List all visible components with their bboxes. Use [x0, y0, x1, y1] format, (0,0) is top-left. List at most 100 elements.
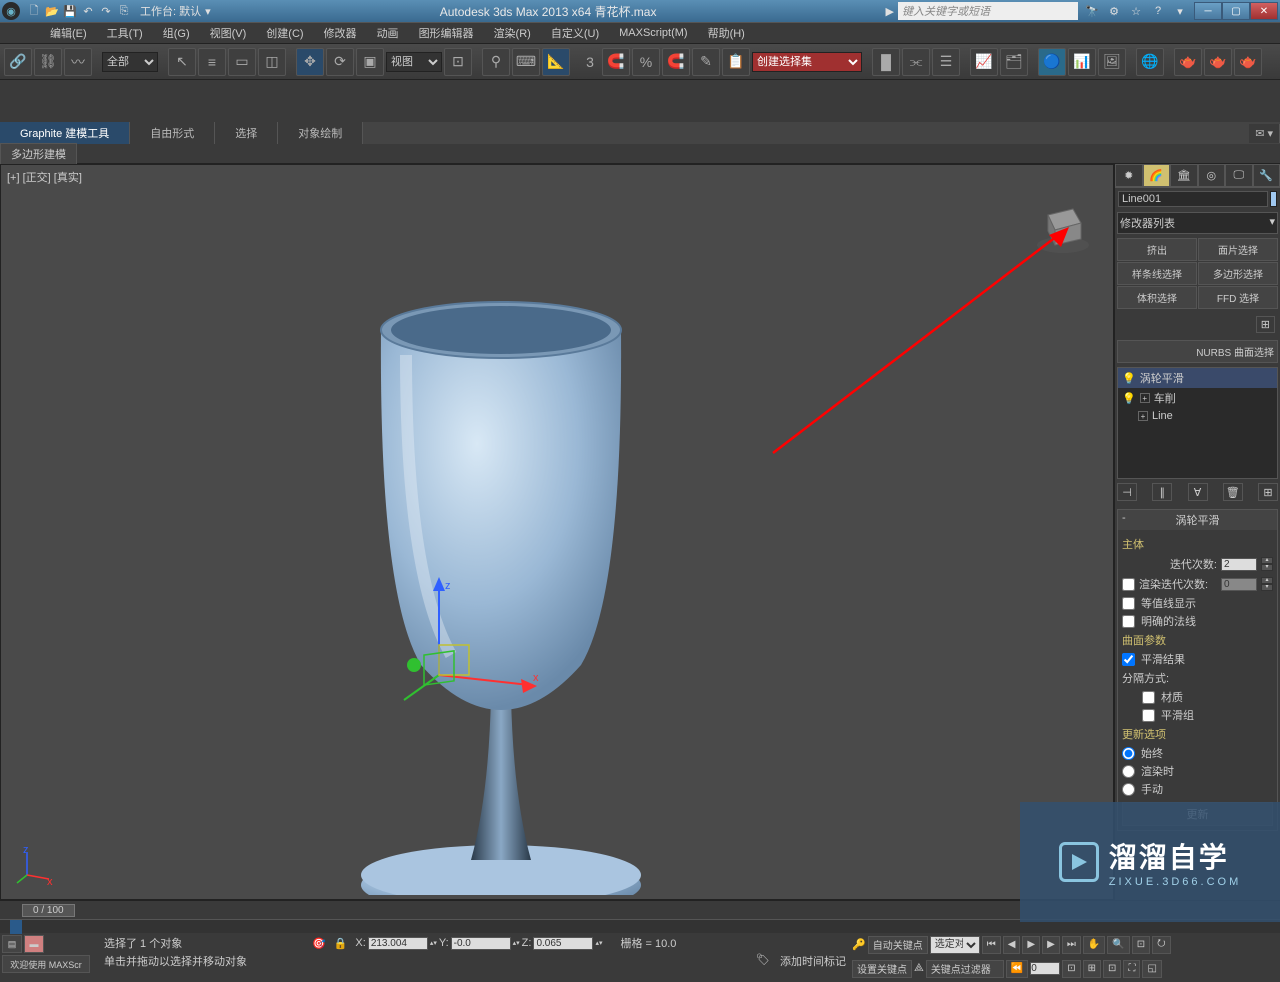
time-config-icon[interactable]: ⊡ — [1062, 960, 1080, 978]
nav-pan-icon[interactable]: ✋ — [1083, 936, 1105, 954]
mod-extrude[interactable]: 挤出 — [1117, 238, 1197, 261]
modifier-list-dropdown[interactable]: 修改器列表 ▾ — [1117, 212, 1278, 234]
current-frame-input[interactable] — [1030, 962, 1060, 975]
key-mode-icon[interactable]: ⟁ — [914, 962, 924, 975]
menu-customize[interactable]: 自定义(U) — [541, 22, 609, 44]
prev-key-icon[interactable]: ⏮ — [982, 936, 1001, 954]
utilities-tab-icon[interactable]: 🔧 — [1253, 164, 1280, 187]
menu-render[interactable]: 渲染(R) — [484, 22, 541, 44]
nav-max-icon[interactable]: ⛶ — [1123, 960, 1140, 978]
close-button[interactable]: ✕ — [1250, 2, 1278, 20]
iterations-spinner[interactable] — [1221, 558, 1257, 571]
key-icon[interactable]: 🔑 — [852, 938, 866, 951]
select-object-icon[interactable]: ↖ — [168, 48, 196, 76]
menu-animation[interactable]: 动画 — [367, 22, 409, 44]
tab-freeform[interactable]: 自由形式 — [130, 122, 215, 144]
pin-stack-icon[interactable]: ⊣ — [1117, 483, 1137, 501]
named-sel-sets-icon[interactable]: 📋 — [722, 48, 750, 76]
update-always-radio[interactable] — [1122, 747, 1135, 760]
link-tool-icon[interactable]: 🔗 — [4, 48, 32, 76]
time-slider-handle[interactable]: 0 / 100 — [22, 904, 75, 917]
time-tag-icon[interactable]: 🏷 — [756, 953, 770, 969]
percent-snap-icon[interactable]: % — [632, 48, 660, 76]
lock-selection-icon[interactable]: 🔒 — [334, 937, 348, 950]
macro-rec-icon[interactable]: ▬ — [24, 935, 44, 953]
render-icon[interactable]: 🫖 — [1204, 48, 1232, 76]
use-center-icon[interactable]: ⊡ — [444, 48, 472, 76]
config-sets-icon[interactable]: ⊞ — [1256, 316, 1275, 333]
menu-help[interactable]: 帮助(H) — [698, 22, 755, 44]
menu-create[interactable]: 创建(C) — [256, 22, 313, 44]
nav-zoom-icon[interactable]: 🔍 — [1107, 936, 1129, 954]
ref-coord-dropdown[interactable]: 视图 — [386, 52, 442, 72]
maxscript-mini-icon[interactable]: ▤ — [2, 935, 22, 953]
goto-start-icon[interactable]: ⏪ — [1006, 960, 1028, 978]
new-icon[interactable]: 🗋 — [26, 3, 42, 19]
open-icon[interactable]: 📂 — [44, 3, 60, 19]
minimize-button[interactable]: ─ — [1194, 2, 1222, 20]
render-production-icon[interactable]: 🫖 — [1174, 48, 1202, 76]
next-key-icon[interactable]: ⏭ — [1062, 936, 1081, 954]
object-name-input[interactable] — [1118, 191, 1268, 207]
key-filters-dropdown[interactable]: 选定对 — [930, 936, 980, 954]
render-iter-spinner[interactable] — [1221, 578, 1257, 591]
dropdown-icon[interactable]: ▾ — [1172, 3, 1188, 19]
viewport[interactable]: [+] [正交] [真实] — [0, 164, 1114, 900]
edit-named-sel-icon[interactable]: ✎ — [692, 48, 720, 76]
undo-icon[interactable]: ↶ — [80, 3, 96, 19]
update-render-radio[interactable] — [1122, 765, 1135, 778]
app-menu-icon[interactable]: ◉ — [2, 2, 20, 20]
manipulate-icon[interactable]: ⚲ — [482, 48, 510, 76]
x-input[interactable] — [368, 937, 428, 950]
modify-tab-icon[interactable]: 🌈 — [1143, 164, 1171, 187]
rotate-icon[interactable]: ⟳ — [326, 48, 354, 76]
window-crossing-icon[interactable]: ◫ — [258, 48, 286, 76]
rect-region-icon[interactable]: ▭ — [228, 48, 256, 76]
workspace-selector[interactable]: 工作台: 默认 ▾ — [140, 3, 211, 19]
comm-center-icon[interactable]: ⚙ — [1106, 3, 1122, 19]
keyfilter-button[interactable]: 关键点过滤器 — [926, 960, 1004, 978]
transform-gizmo[interactable]: z x — [389, 575, 539, 745]
create-tab-icon[interactable]: ✹ — [1115, 164, 1143, 187]
snap-toggle-icon[interactable]: 📐 — [542, 48, 570, 76]
maximize-button[interactable]: ▢ — [1222, 2, 1250, 20]
schematic-view-icon[interactable]: 🗂 — [1000, 48, 1028, 76]
z-input[interactable] — [533, 937, 593, 950]
smooth-result-checkbox[interactable] — [1122, 653, 1135, 666]
tab-graphite[interactable]: Graphite 建模工具 — [0, 122, 130, 144]
material-editor-icon[interactable]: 🔵 — [1038, 48, 1066, 76]
menu-edit[interactable]: 编辑(E) — [40, 22, 97, 44]
y-input[interactable] — [451, 937, 511, 950]
isoline-checkbox[interactable] — [1122, 597, 1135, 610]
render-last-icon[interactable]: 🫖 — [1234, 48, 1262, 76]
stack-item-turbosmooth[interactable]: 💡 涡轮平滑 — [1118, 368, 1277, 388]
menu-group[interactable]: 组(G) — [153, 22, 200, 44]
rendered-frame-icon[interactable]: 🖼 — [1098, 48, 1126, 76]
nav-zoom-all-icon[interactable]: ⊞ — [1083, 960, 1101, 978]
info-icon[interactable]: ▶ — [886, 5, 894, 18]
keyboard-shortcut-icon[interactable]: ⌨ — [512, 48, 540, 76]
ribbon-dropdown-icon[interactable]: ✉ ▾ — [1249, 124, 1280, 143]
scale-icon[interactable]: ▣ — [356, 48, 384, 76]
redo-icon[interactable]: ↷ — [98, 3, 114, 19]
add-time-tag[interactable]: 添加时间标记 — [780, 953, 846, 969]
mod-poly-select[interactable]: 多边形选择 — [1198, 262, 1278, 285]
menu-view[interactable]: 视图(V) — [200, 22, 257, 44]
motion-tab-icon[interactable]: ◎ — [1198, 164, 1226, 187]
unlink-tool-icon[interactable]: ⛓ — [34, 48, 62, 76]
mod-ffd-select[interactable]: FFD 选择 — [1198, 286, 1278, 309]
update-manual-radio[interactable] — [1122, 783, 1135, 796]
display-tab-icon[interactable]: 🖵 — [1225, 164, 1253, 187]
prev-frame-icon[interactable]: ◀ — [1003, 936, 1021, 954]
lock-icon[interactable]: 🎯 — [312, 937, 326, 950]
expand-icon[interactable]: + — [1138, 411, 1148, 421]
spinner-buttons[interactable]: ▴▾ — [1261, 557, 1273, 571]
snap-3-icon[interactable]: 3 — [580, 48, 600, 76]
lightbulb-icon[interactable]: 💡 — [1122, 392, 1136, 405]
remove-modifier-icon[interactable]: 🗑 — [1223, 483, 1243, 501]
mod-patch-select[interactable]: 面片选择 — [1198, 238, 1278, 261]
save-icon[interactable]: 💾 — [62, 3, 78, 19]
render-setup-icon[interactable]: 📊 — [1068, 48, 1096, 76]
mod-vol-select[interactable]: 体积选择 — [1117, 286, 1197, 309]
stack-item-lathe[interactable]: 💡 + 车削 — [1118, 388, 1277, 408]
